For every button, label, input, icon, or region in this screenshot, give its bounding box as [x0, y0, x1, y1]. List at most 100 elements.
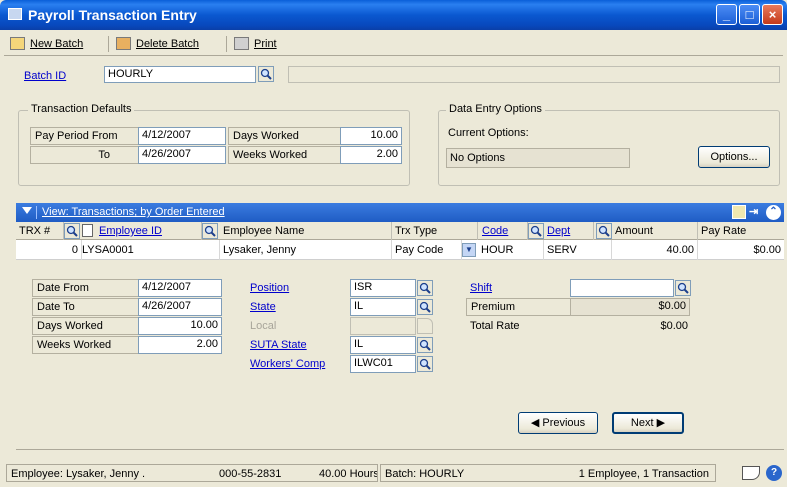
position-lookup-icon[interactable] — [417, 280, 433, 296]
employee-name-lookup-icon[interactable] — [202, 223, 218, 239]
status-employee: Employee: Lysaker, Jenny . — [11, 468, 146, 480]
print-label: Print — [254, 38, 277, 50]
col-pay-rate: Pay Rate — [701, 225, 747, 237]
next-button[interactable]: Next ▶ — [612, 412, 684, 434]
suta-state-field[interactable]: IL — [350, 336, 416, 354]
pay-period-from-field[interactable]: 4/12/2007 — [138, 127, 226, 145]
weeks-worked-field[interactable]: 2.00 — [138, 336, 222, 354]
print-button[interactable]: Print — [232, 35, 277, 53]
view-label[interactable]: View: Transactions; by Order Entered — [42, 205, 225, 220]
column-headers: TRX # Employee ID Employee Name Trx Type… — [16, 222, 784, 240]
state-field[interactable]: IL — [350, 298, 416, 316]
date-from-label: Date From — [32, 279, 138, 297]
transaction-defaults-title: Transaction Defaults — [28, 103, 135, 115]
minimize-button[interactable]: _ — [716, 4, 737, 25]
col-code[interactable]: Code — [478, 222, 528, 240]
new-batch-label: New Batch — [30, 38, 84, 50]
default-weeks-worked-field[interactable]: 2.00 — [340, 146, 402, 164]
window-icon — [8, 8, 22, 20]
col-employee-id[interactable]: Employee ID — [96, 222, 202, 240]
workers-comp-lookup-icon[interactable] — [417, 356, 433, 372]
trx-type-cell[interactable]: Pay Code — [392, 240, 462, 260]
close-button[interactable]: × — [762, 4, 783, 25]
status-bar: Employee: Lysaker, Jenny . 000-55-2831 4… — [4, 462, 783, 484]
col-amount: Amount — [612, 222, 698, 240]
workers-comp-link[interactable]: Workers' Comp — [250, 356, 325, 372]
pay-period-from-label: Pay Period From — [30, 127, 138, 145]
total-rate-label: Total Rate — [470, 320, 520, 332]
employee-lookup-icon[interactable] — [64, 223, 80, 239]
row-detail-panel: Date From 4/12/2007 Date To 4/26/2007 Da… — [16, 260, 784, 450]
new-batch-icon — [10, 37, 25, 50]
employee-id-cell[interactable]: LYSA0001 — [82, 240, 220, 260]
note-icon[interactable] — [742, 466, 760, 480]
suta-state-lookup-icon[interactable] — [417, 337, 433, 353]
col-dept[interactable]: Dept — [544, 222, 594, 240]
days-worked-label: Days Worked — [228, 127, 340, 145]
next-arrow-icon: ▶ — [653, 417, 666, 429]
date-to-field[interactable]: 4/26/2007 — [138, 298, 222, 316]
view-dropdown-icon[interactable] — [22, 207, 32, 214]
workers-comp-field[interactable]: ILWC01 — [350, 355, 416, 373]
shift-field[interactable] — [570, 279, 674, 297]
days-worked-field[interactable]: 10.00 — [138, 317, 222, 335]
weeks-worked-label: Weeks Worked — [228, 146, 340, 164]
weeks-worked-label: Weeks Worked — [32, 336, 138, 354]
dept-lookup-icon[interactable] — [596, 223, 612, 239]
col-trx-type: Trx Type — [392, 222, 478, 240]
help-icon[interactable]: ? — [766, 465, 782, 481]
amount-cell[interactable]: 40.00 — [612, 240, 698, 260]
trx-type-dropdown-icon[interactable]: ▼ — [462, 243, 476, 257]
data-entry-options-title: Data Entry Options — [446, 103, 545, 115]
printer-icon — [234, 37, 249, 50]
date-to-label: Date To — [32, 298, 138, 316]
delete-batch-icon — [116, 37, 131, 50]
date-from-field[interactable]: 4/12/2007 — [138, 279, 222, 297]
title-bar[interactable]: Payroll Transaction Entry _ □ × — [0, 0, 787, 30]
employee-name-cell[interactable]: Lysaker, Jenny — [220, 240, 392, 260]
previous-button[interactable]: ◀ Previous — [518, 412, 598, 434]
delete-batch-button[interactable]: Delete Batch — [114, 35, 199, 53]
maximize-button[interactable]: □ — [739, 4, 760, 25]
previous-arrow-icon: ◀ — [530, 417, 543, 429]
previous-label: Previous — [542, 417, 586, 429]
state-lookup-icon[interactable] — [417, 299, 433, 315]
col-trx: TRX # — [16, 222, 64, 240]
table-row[interactable]: 0 LYSA0001 Lysaker, Jenny Pay Code ▼ HOU… — [16, 240, 784, 260]
batch-id-link[interactable]: Batch ID — [24, 68, 66, 84]
toolbar-separator — [108, 36, 109, 52]
window-title: Payroll Transaction Entry — [28, 7, 197, 23]
note-icon[interactable] — [82, 224, 93, 237]
status-employee-panel: Employee: Lysaker, Jenny . 000-55-2831 4… — [6, 464, 378, 482]
new-batch-button[interactable]: New Batch — [8, 35, 83, 53]
shift-lookup-icon[interactable] — [675, 280, 691, 296]
show-details-icon[interactable] — [732, 205, 746, 219]
batch-id-field[interactable]: HOURLY — [104, 66, 256, 83]
scrolling-window-header: View: Transactions; by Order Entered ⇥ ⌃ — [16, 203, 784, 222]
pay-rate-cell[interactable]: $0.00 — [698, 240, 784, 260]
position-field[interactable]: ISR — [350, 279, 416, 297]
status-batch-panel: Batch: HOURLY 1 Employee, 1 Transaction — [380, 464, 716, 482]
code-cell[interactable]: HOUR — [478, 240, 544, 260]
collapse-icon[interactable]: ⌃ — [766, 205, 781, 220]
pay-period-to-field[interactable]: 4/26/2007 — [138, 146, 226, 164]
trx-number-cell: 0 — [16, 240, 82, 260]
to-label: To — [30, 146, 138, 164]
dept-cell[interactable]: SERV — [544, 240, 612, 260]
status-ssn: 000-55-2831 — [219, 468, 282, 480]
col-employee-name: Employee Name — [220, 222, 392, 240]
position-link[interactable]: Position — [250, 280, 289, 296]
suta-state-link[interactable]: SUTA State — [250, 337, 307, 353]
code-lookup-icon[interactable] — [528, 223, 544, 239]
options-button[interactable]: Options... — [698, 146, 770, 168]
shift-link[interactable]: Shift — [470, 280, 492, 296]
current-options-value: No Options — [446, 148, 630, 168]
hide-details-icon[interactable]: ⇥ — [749, 205, 763, 219]
batch-comment-field[interactable] — [288, 66, 780, 83]
days-worked-label: Days Worked — [32, 317, 138, 335]
state-link[interactable]: State — [250, 299, 276, 315]
toolbar-separator — [226, 36, 227, 52]
batch-lookup-icon[interactable] — [258, 66, 274, 82]
premium-label: Premium — [466, 298, 570, 316]
default-days-worked-field[interactable]: 10.00 — [340, 127, 402, 145]
